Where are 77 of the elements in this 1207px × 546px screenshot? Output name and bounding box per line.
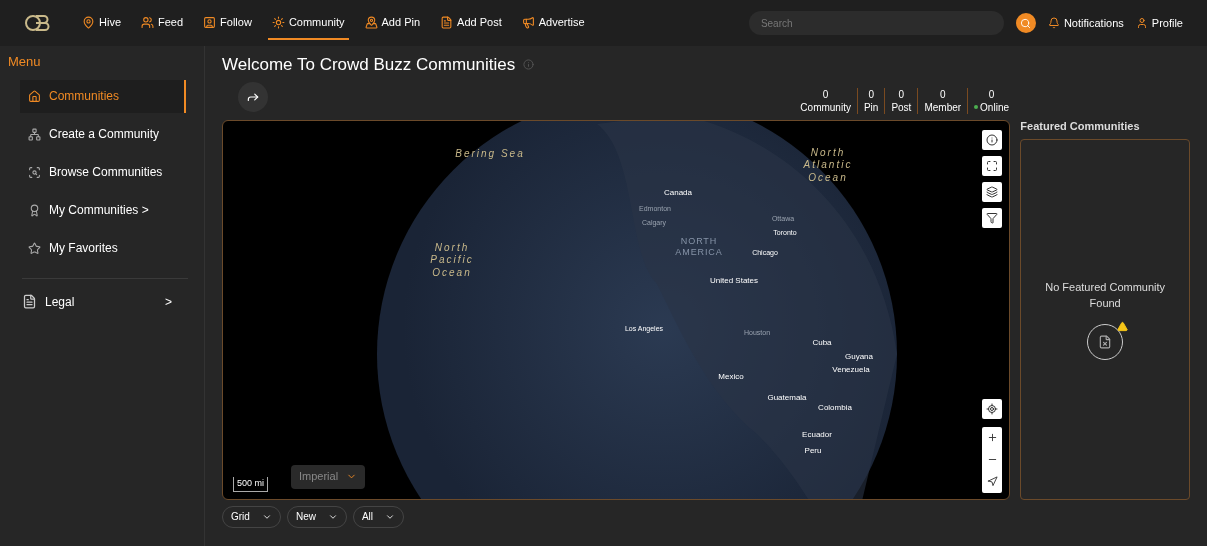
user-card-icon: [203, 15, 217, 29]
document-icon: [440, 15, 454, 29]
stat-label: Pin: [863, 100, 879, 114]
nav-tab[interactable]: Advertise: [517, 6, 589, 40]
sidebar-item[interactable]: Browse Communities: [20, 155, 186, 189]
nav-tab[interactable]: Follow: [199, 6, 256, 40]
map-control[interactable]: [982, 129, 1003, 150]
map-label: Bering Sea: [455, 147, 525, 160]
map-label: North Atlantic Ocean: [802, 146, 854, 185]
user-icon: [1135, 17, 1148, 29]
nav-tab[interactable]: Add Post: [436, 6, 506, 40]
nav-tab[interactable]: Community: [267, 6, 349, 40]
star-icon: [28, 241, 41, 255]
pin-icon: [364, 15, 378, 29]
sun-icon: [271, 15, 285, 29]
award-icon: [28, 203, 41, 217]
plus-icon: [986, 432, 998, 443]
users-icon: [141, 15, 154, 29]
map-label: NORTH AMERICA: [674, 235, 724, 258]
search-icon: [1020, 17, 1032, 29]
map-label: Colombia: [818, 401, 852, 414]
map-control[interactable]: [982, 207, 1003, 228]
map-control[interactable]: [982, 155, 1003, 176]
stat-value: 0: [822, 87, 829, 101]
stat-label: Community: [800, 100, 851, 114]
megaphone-icon: [521, 15, 535, 29]
map-pin-icon: [82, 15, 95, 29]
filter-icon: [986, 211, 999, 224]
menu-title: Menu: [8, 53, 42, 71]
bell-icon: [1047, 17, 1060, 29]
info-icon: [986, 133, 999, 146]
nav-tab[interactable]: Hive: [78, 6, 125, 40]
network-icon: [28, 127, 41, 141]
legal-item[interactable]: Legal >: [22, 286, 172, 317]
logo-icon[interactable]: [24, 14, 50, 32]
map-label: United States: [710, 274, 758, 287]
nav-tab[interactable]: Add Pin: [360, 6, 425, 40]
stat-value: 0: [939, 87, 946, 101]
units-dropdown[interactable]: Imperial: [291, 464, 366, 489]
map-label: Canada: [664, 186, 692, 199]
share-button[interactable]: [238, 81, 268, 112]
map-label: North Pacific Ocean: [429, 241, 475, 280]
search-button[interactable]: [1015, 13, 1036, 33]
search-field[interactable]: Search: [748, 11, 1004, 35]
scale-bar: 500 mi: [233, 477, 268, 492]
map-label: Mexico: [718, 370, 744, 383]
stat-value: 0: [898, 87, 905, 101]
map-label: Guyana: [845, 350, 873, 363]
stat-label: Online: [974, 100, 1009, 114]
map-label: Ecuador: [802, 428, 832, 441]
stat-value: 0: [988, 87, 995, 101]
map-control[interactable]: [982, 181, 1003, 202]
sidebar-item[interactable]: Communities: [20, 79, 186, 113]
stat-label: Post: [891, 100, 912, 114]
sidebar-item[interactable]: Create a Community: [20, 117, 186, 151]
nav-link[interactable]: Notifications: [1047, 14, 1124, 32]
empty-message: No Featured Community Found: [1044, 279, 1167, 312]
search-icon: [28, 165, 41, 179]
map-label: Cuba: [812, 336, 832, 349]
sidebar-item[interactable]: My Favorites: [20, 231, 186, 265]
sidebar-item[interactable]: My Communities >: [20, 193, 186, 227]
stat-label: Member: [924, 100, 962, 114]
map-label: Venezuela: [832, 363, 870, 376]
document-icon: [22, 294, 37, 309]
featured-title: Featured Communities: [1020, 118, 1141, 134]
stat-value: 0: [868, 87, 874, 101]
locate-icon: [986, 402, 999, 415]
compass-icon: [986, 476, 998, 487]
page-title: Welcome To Crowd Buzz Communities: [222, 54, 516, 76]
nav-tab[interactable]: Feed: [137, 6, 188, 40]
map-label: Peru: [804, 444, 822, 457]
locate-button[interactable]: [982, 398, 1003, 419]
map-label: Guatemala: [767, 391, 807, 404]
layers-icon: [986, 185, 999, 198]
nav-link[interactable]: Profile: [1135, 14, 1183, 32]
expand-icon: [986, 159, 999, 172]
home-icon: [28, 89, 41, 103]
